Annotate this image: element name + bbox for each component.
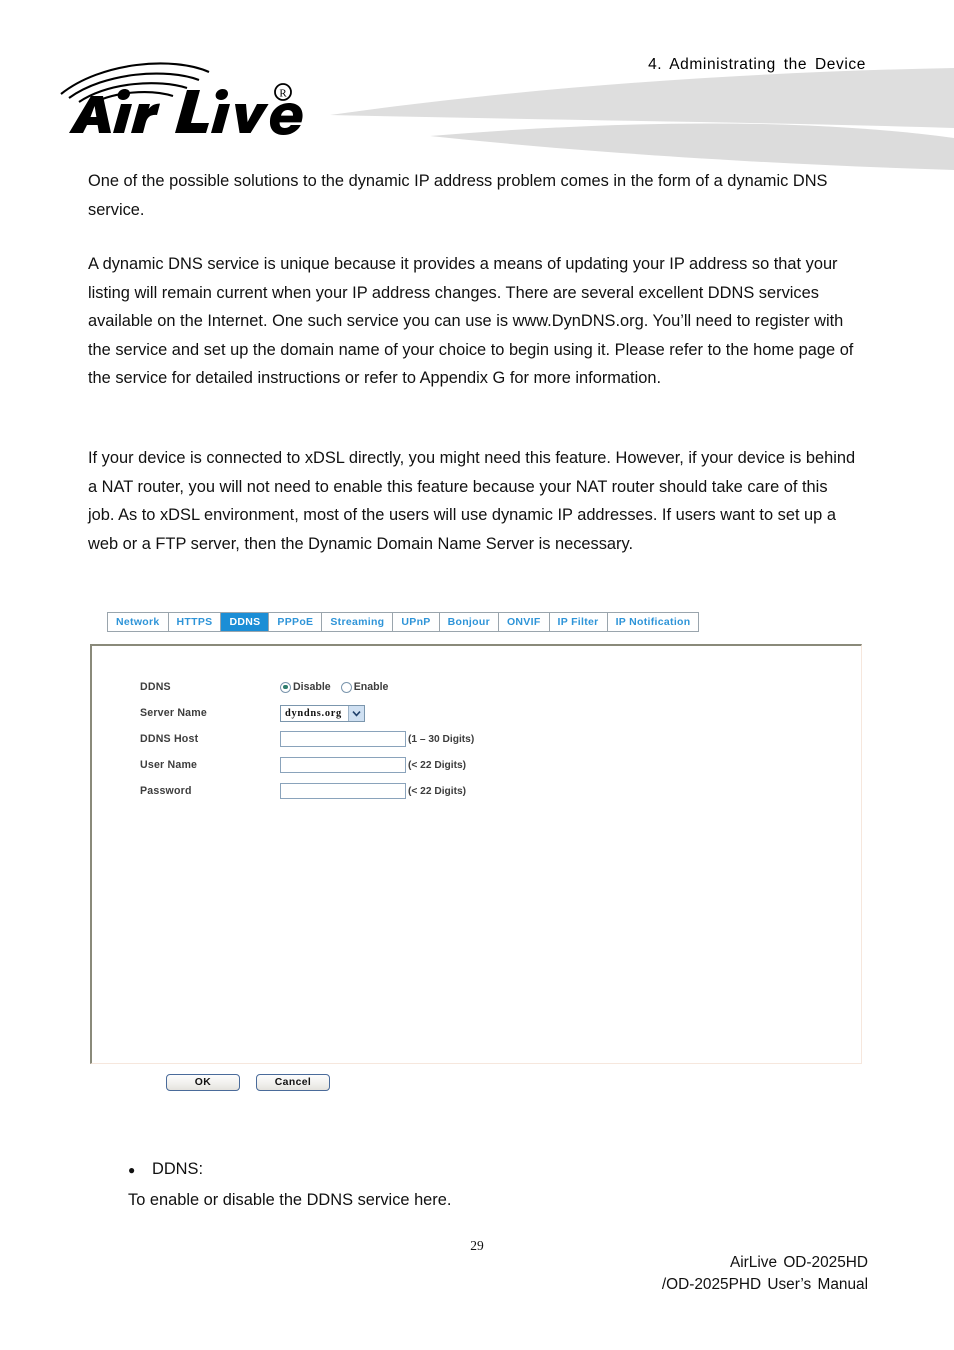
form-row-server-name: Server Name dyndns.org xyxy=(140,700,640,726)
cancel-button[interactable]: Cancel xyxy=(256,1074,330,1091)
user-name-label: User Name xyxy=(140,759,198,771)
radio-disable-icon[interactable] xyxy=(280,681,291,693)
ddns-label: DDNS xyxy=(140,681,171,693)
svg-text:R: R xyxy=(279,88,287,100)
form-row-password: Password (< 22 Digits) xyxy=(140,778,640,804)
tab-network[interactable]: Network xyxy=(108,613,169,631)
bullet-title: DDNS: xyxy=(152,1160,203,1178)
tab-https[interactable]: HTTPS xyxy=(168,613,222,631)
user-name-hint: (< 22 Digits) xyxy=(408,759,467,771)
ok-button[interactable]: OK xyxy=(166,1074,240,1091)
ddns-radio-enable[interactable]: Enable xyxy=(340,681,389,693)
form-row-user-name: User Name (< 22 Digits) xyxy=(140,752,640,778)
footer-manual-info: AirLive OD-2025HD /OD-2025PHD User’s Man… xyxy=(662,1252,868,1296)
ddns-form: DDNS Disable Enable Server Name dyndns.o… xyxy=(140,674,640,804)
tab-onvif[interactable]: ONVIF xyxy=(498,613,550,631)
ddns-host-input[interactable] xyxy=(280,731,406,747)
tab-upnp[interactable]: UPnP xyxy=(393,613,440,631)
radio-enable-label: Enable xyxy=(353,681,389,693)
ddns-radio-disable[interactable]: Disable xyxy=(280,681,331,693)
form-row-ddns: DDNS Disable Enable xyxy=(140,674,640,700)
registered-trademark-icon: R xyxy=(274,83,292,101)
bullet-dot-icon: ● xyxy=(128,1163,136,1177)
tab-ip-notification[interactable]: IP Notification xyxy=(607,613,699,631)
ddns-host-label: DDNS Host xyxy=(140,733,199,745)
paragraph-xdsl-note: If your device is connected to xDSL dire… xyxy=(88,449,856,553)
notes-section: ● DDNS: To enable or disable the DDNS se… xyxy=(128,1155,828,1214)
device-settings-screenshot: Network HTTPS DDNS PPPoE Streaming UPnP … xyxy=(88,612,878,1102)
manual-title: /OD-2025PHD User’s Manual xyxy=(661,1276,868,1293)
server-name-label: Server Name xyxy=(140,707,207,719)
tab-pppoe[interactable]: PPPoE xyxy=(269,613,323,631)
radio-enable-icon[interactable] xyxy=(340,681,352,693)
user-name-input[interactable] xyxy=(280,757,406,773)
server-name-select[interactable]: dyndns.org xyxy=(280,704,365,722)
ddns-radio-group: Disable Enable xyxy=(280,681,388,693)
tab-ip-filter[interactable]: IP Filter xyxy=(549,613,608,631)
panel-button-bar: OK Cancel xyxy=(166,1074,330,1091)
radio-disable-label: Disable xyxy=(293,681,331,693)
tab-ddns[interactable]: DDNS xyxy=(221,613,270,631)
airlive-logo: R xyxy=(60,62,303,135)
server-name-value: dyndns.org xyxy=(285,707,342,719)
ddns-host-hint: (1 – 30 Digits) xyxy=(408,733,475,745)
settings-tab-bar: Network HTTPS DDNS PPPoE Streaming UPnP … xyxy=(107,612,700,632)
page-header: R 4. Administrating the Device xyxy=(0,0,954,170)
password-label: Password xyxy=(140,785,192,797)
bullet-item-ddns: ● DDNS: xyxy=(128,1155,828,1184)
password-hint: (< 22 Digits) xyxy=(408,785,467,797)
bullet-description: To enable or disable the DDNS service he… xyxy=(128,1191,452,1209)
tab-bonjour[interactable]: Bonjour xyxy=(439,613,499,631)
password-input[interactable] xyxy=(280,783,406,799)
paragraph-intro: One of the possible solutions to the dyn… xyxy=(88,172,828,219)
tab-streaming[interactable]: Streaming xyxy=(322,613,394,631)
chapter-title: 4. Administrating the Device xyxy=(648,56,866,73)
manual-model: AirLive OD-2025HD xyxy=(730,1254,868,1271)
paragraph-ddns-explanation: A dynamic DNS service is unique because … xyxy=(88,255,854,388)
form-row-ddns-host: DDNS Host (1 – 30 Digits) xyxy=(140,726,640,752)
chevron-down-icon[interactable] xyxy=(347,705,364,721)
ddns-settings-panel: DDNS Disable Enable Server Name dyndns.o… xyxy=(90,644,862,1064)
